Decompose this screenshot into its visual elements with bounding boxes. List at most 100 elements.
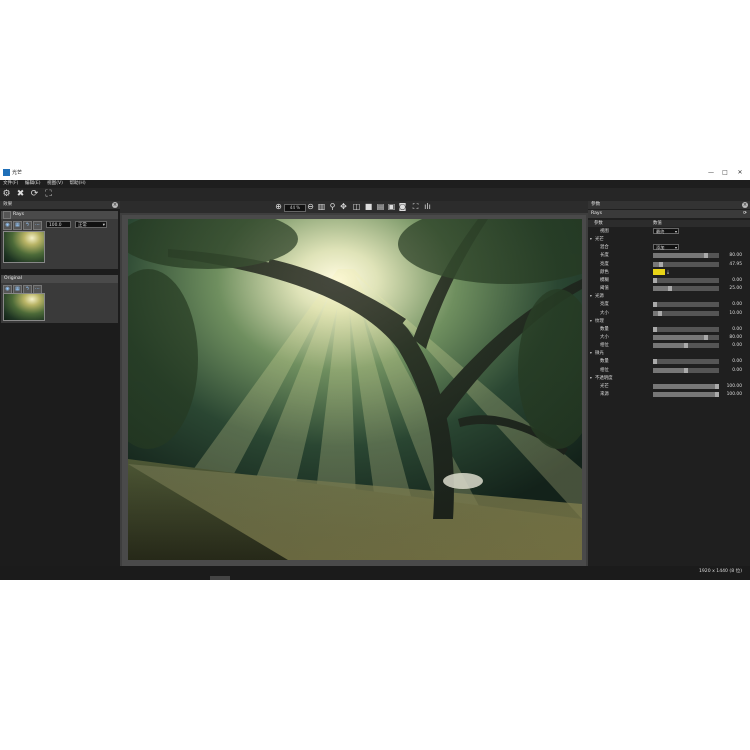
menu-help[interactable]: 帮助(H) xyxy=(69,181,85,186)
title-bar: 光芒 — □ ✕ xyxy=(0,166,750,180)
side-by-side-icon[interactable]: ▤ xyxy=(376,202,385,212)
single-view-icon[interactable]: ■ xyxy=(364,202,373,212)
menu-edit[interactable]: 编辑(E) xyxy=(25,181,41,186)
param-slider[interactable] xyxy=(653,261,719,267)
histogram-icon[interactable]: ılı xyxy=(423,202,432,212)
slider-handle[interactable] xyxy=(684,343,688,349)
slider-handle[interactable] xyxy=(657,310,662,316)
param-dropdown[interactable]: 添加 ▾ xyxy=(653,244,679,251)
grid-view-icon[interactable]: ▥ xyxy=(317,202,326,212)
param-label: 模糊 xyxy=(600,278,609,283)
param-value[interactable]: 25.00 xyxy=(720,285,742,292)
slider-handle[interactable] xyxy=(684,367,688,373)
params-column-param: 参数 xyxy=(594,221,603,226)
slider-handle[interactable] xyxy=(703,335,708,340)
effects-panel: 效果 × Rays ◉ ▦ ϟ ⋯ 100.0 正常 ▾ Original ◉ xyxy=(0,201,120,566)
move-icon[interactable]: ✥ xyxy=(339,202,348,212)
close-icon[interactable]: × xyxy=(742,202,748,208)
slider-handle[interactable] xyxy=(653,278,657,283)
param-row: ▾ 微光 xyxy=(588,350,750,357)
param-slider[interactable] xyxy=(653,392,719,397)
param-label: 阈值 xyxy=(600,286,609,292)
param-slider[interactable] xyxy=(653,286,719,292)
compare-icon[interactable]: ▣ xyxy=(387,202,396,212)
param-slider[interactable] xyxy=(653,367,719,373)
zoom-in-icon[interactable]: ⊕ xyxy=(274,202,283,212)
photo-canvas[interactable] xyxy=(128,219,582,560)
slider-handle[interactable] xyxy=(715,392,719,397)
zoom-out-icon[interactable]: ⊖ xyxy=(306,202,315,212)
param-row: 阈值 25.00 xyxy=(588,285,750,292)
gear-icon[interactable]: ⚙ xyxy=(1,189,12,200)
collapse-caret-icon[interactable]: ▾ xyxy=(590,293,592,300)
layer-original[interactable]: Original ◉ ▦ ϟ ⋯ xyxy=(1,275,118,323)
slider-handle[interactable] xyxy=(667,286,672,292)
param-group-label[interactable]: 纹理 xyxy=(595,318,604,325)
mask-icon[interactable]: ▦ xyxy=(13,221,22,230)
menu-view[interactable]: 视图(V) xyxy=(47,181,63,186)
layer-name-bar: Rays xyxy=(1,211,118,219)
param-value[interactable]: 0.00 xyxy=(720,326,742,333)
link-icon[interactable]: ⋯ xyxy=(33,221,42,230)
collapse-caret-icon[interactable]: ▾ xyxy=(590,236,592,243)
remove-icon[interactable]: ✖ xyxy=(15,189,26,200)
collapse-caret-icon[interactable]: ▾ xyxy=(590,318,592,325)
lightning-icon[interactable]: ϟ xyxy=(23,221,32,230)
reset-icon[interactable]: ⟳ xyxy=(743,210,747,218)
param-value[interactable]: 100.00 xyxy=(720,391,742,398)
eyedropper-icon[interactable]: ⤓ xyxy=(667,269,669,276)
param-value[interactable]: 100.00 xyxy=(720,383,742,390)
param-group-label[interactable]: 光芒 xyxy=(595,236,604,243)
slider-handle[interactable] xyxy=(653,326,657,332)
minimize-button[interactable]: — xyxy=(704,168,718,178)
color-swatch[interactable] xyxy=(653,268,665,275)
param-value[interactable]: 0.00 xyxy=(720,358,742,365)
layer-rays[interactable]: Rays ◉ ▦ ϟ ⋯ 100.0 正常 ▾ xyxy=(1,211,118,269)
fit-screen-icon[interactable]: ⛶ xyxy=(411,202,420,212)
magnifier-icon[interactable]: ⚲ xyxy=(328,202,337,212)
param-value[interactable]: 47.95 xyxy=(720,261,742,268)
slider-handle[interactable] xyxy=(653,302,657,308)
horizontal-scrollbar[interactable] xyxy=(210,576,230,580)
param-group-label[interactable]: 微光 xyxy=(595,350,604,357)
blend-mode-select[interactable]: 正常 ▾ xyxy=(75,221,107,228)
param-slider[interactable] xyxy=(653,359,719,365)
param-group-label[interactable]: 光源 xyxy=(595,293,604,300)
param-dropdown[interactable]: 最终 ▾ xyxy=(653,228,679,234)
param-slider[interactable] xyxy=(653,278,719,283)
param-slider[interactable] xyxy=(653,310,719,316)
param-value[interactable]: 0.00 xyxy=(720,342,742,349)
collapse-caret-icon[interactable]: ▾ xyxy=(590,350,592,357)
param-slider[interactable] xyxy=(653,383,719,389)
param-group-label[interactable]: 不透明度 xyxy=(595,375,613,382)
zoom-level-field[interactable]: 44 % xyxy=(284,204,306,212)
refresh-icon[interactable]: ⟳ xyxy=(29,189,40,200)
close-icon[interactable]: × xyxy=(112,202,118,208)
visibility-icon[interactable]: ◉ xyxy=(3,221,12,230)
slider-handle[interactable] xyxy=(715,383,719,389)
param-row: ▾ 光源 xyxy=(588,293,750,300)
slider-handle[interactable] xyxy=(653,359,657,365)
camera-icon[interactable]: ◙ xyxy=(398,202,407,212)
collapse-caret-icon[interactable]: ▾ xyxy=(590,375,592,382)
param-value[interactable]: 0.00 xyxy=(720,277,742,284)
param-value[interactable]: 80.00 xyxy=(720,334,742,341)
param-value[interactable]: 0.00 xyxy=(720,301,742,308)
split-view-icon[interactable]: ◫ xyxy=(352,202,361,212)
param-slider[interactable] xyxy=(653,343,719,349)
maximize-button[interactable]: □ xyxy=(718,168,732,178)
slider-handle[interactable] xyxy=(703,253,708,259)
param-value[interactable]: 0.00 xyxy=(720,367,742,374)
slider-handle[interactable] xyxy=(658,261,663,267)
param-slider[interactable] xyxy=(653,335,719,340)
param-slider[interactable] xyxy=(653,253,719,259)
param-slider[interactable] xyxy=(653,302,719,308)
param-slider[interactable] xyxy=(653,326,719,332)
param-row: 相位 0.00 xyxy=(588,342,750,349)
param-value[interactable]: 80.00 xyxy=(720,252,742,259)
menu-file[interactable]: 文件(F) xyxy=(3,181,18,186)
param-value[interactable]: 10.00 xyxy=(720,310,742,317)
opacity-field[interactable]: 100.0 xyxy=(46,221,71,228)
close-button[interactable]: ✕ xyxy=(733,168,747,178)
fit-frame-icon[interactable]: ⛶ xyxy=(43,189,54,200)
